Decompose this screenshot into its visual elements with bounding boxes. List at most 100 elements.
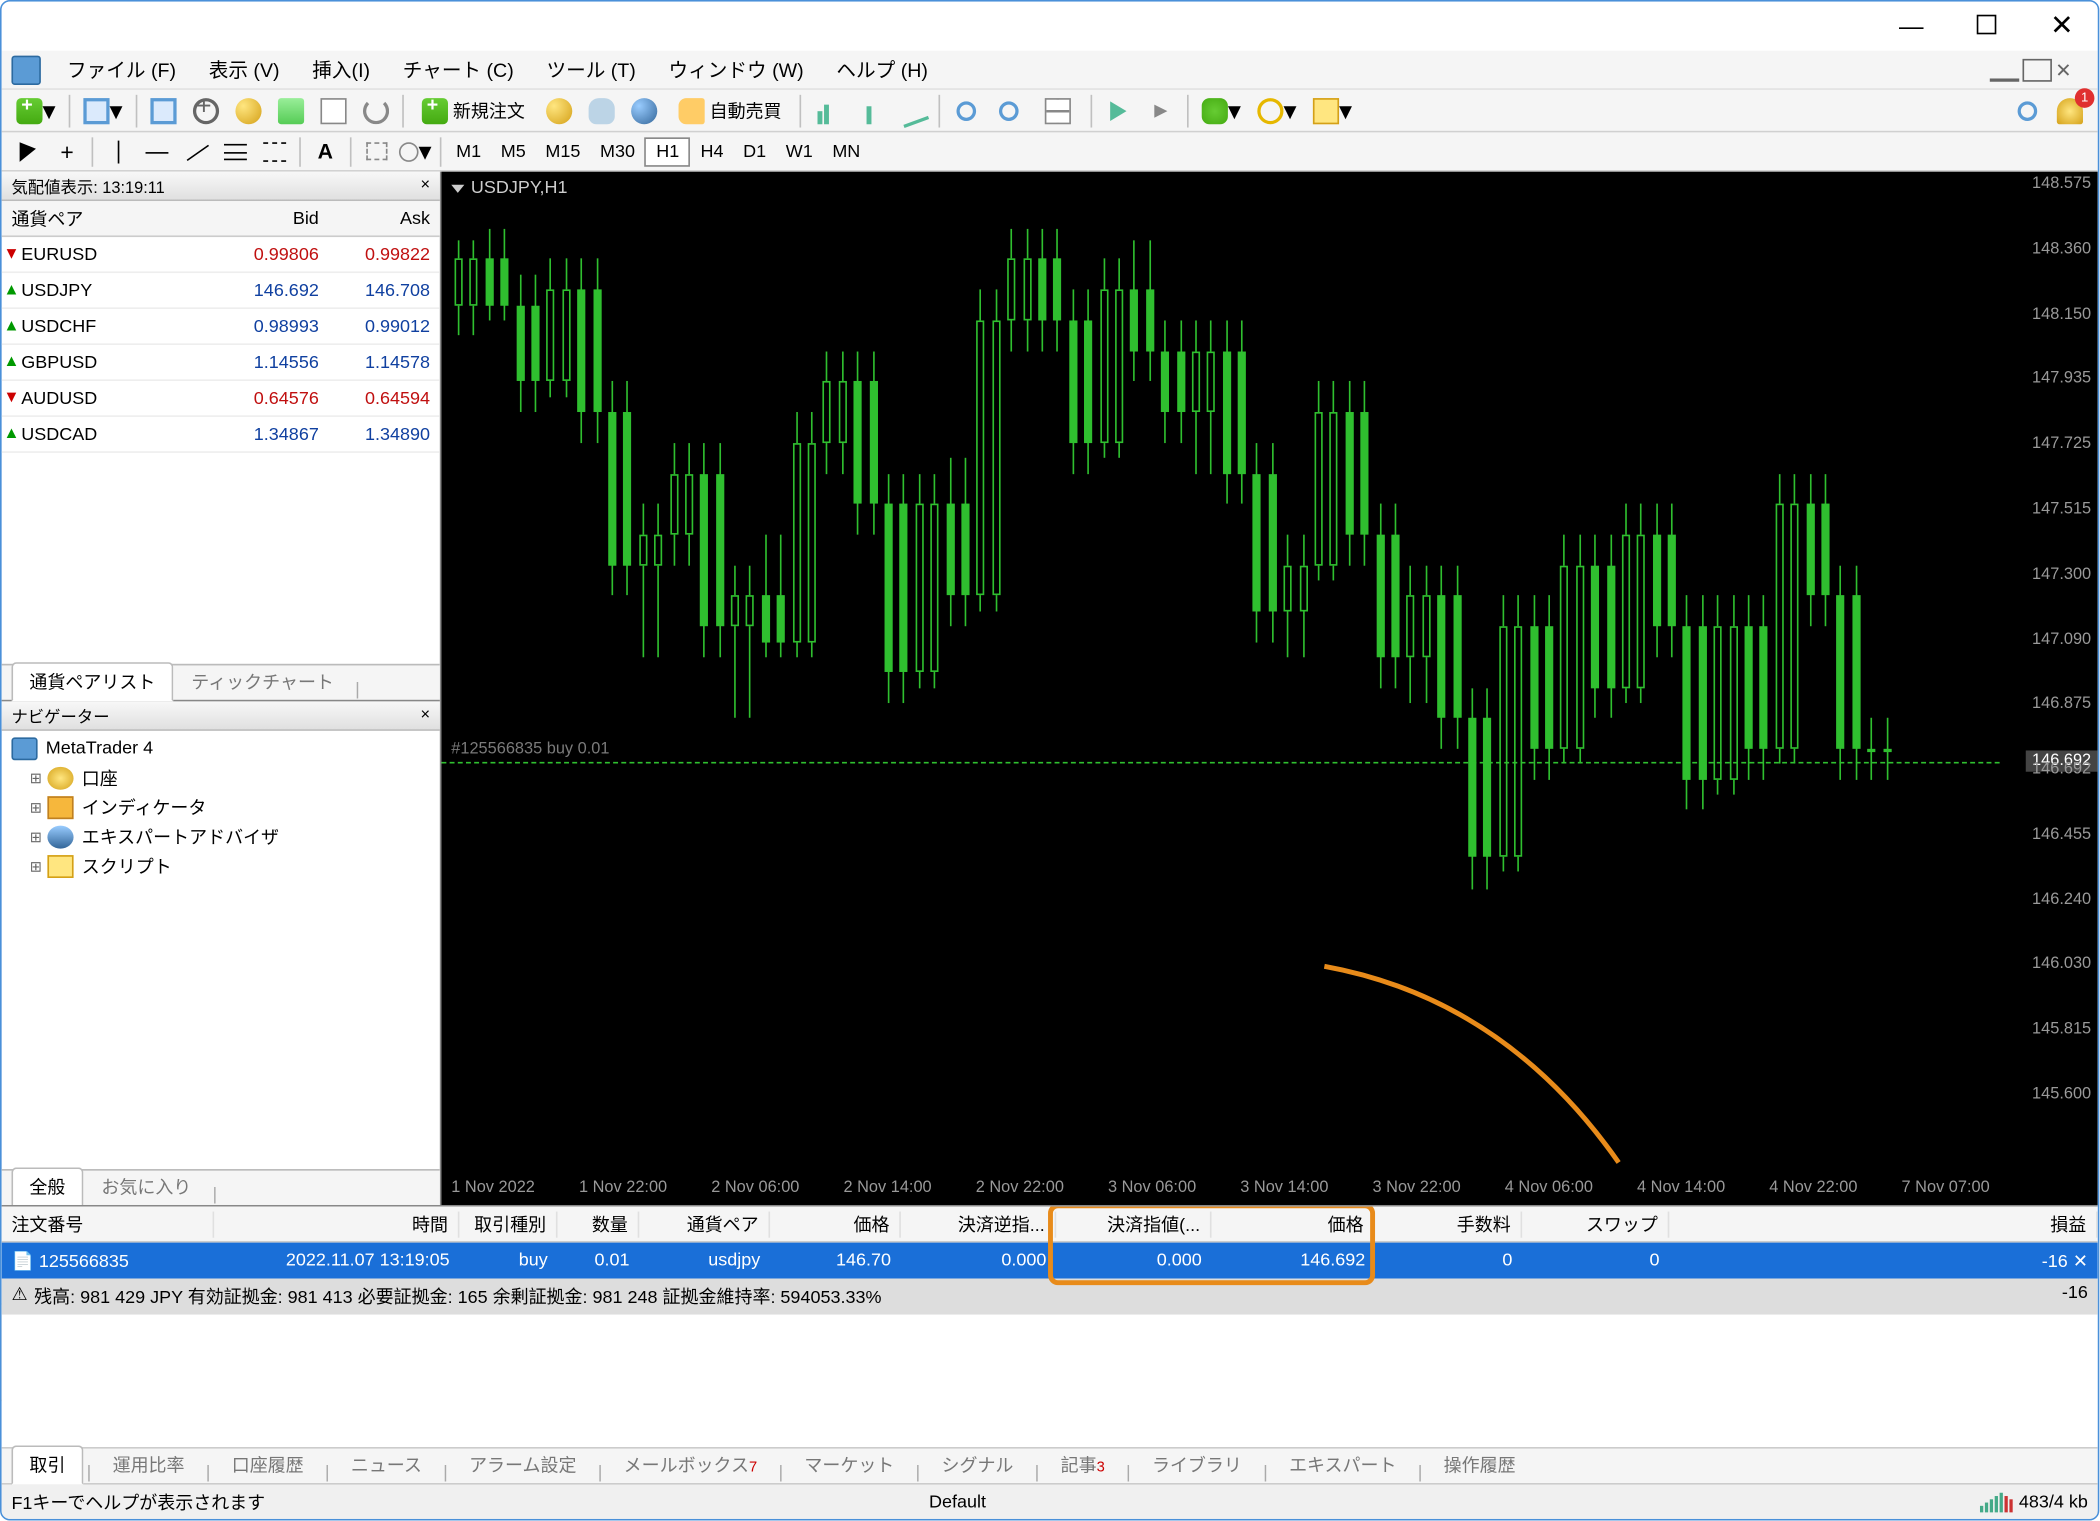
zoom-in-button[interactable] (947, 92, 986, 128)
data-window-toggle[interactable] (229, 92, 268, 128)
terminal-tab-6[interactable]: マーケット (786, 1445, 912, 1484)
templates-button[interactable]: ▾ (1306, 92, 1358, 128)
tree-ea[interactable]: ⊞エキスパートアドバイザ (2, 822, 440, 851)
options-button[interactable] (582, 92, 621, 128)
candles-chart-button[interactable] (850, 92, 889, 128)
crosshair-button[interactable] (186, 92, 225, 128)
terminal-tab-9[interactable]: ライブラリ (1134, 1445, 1260, 1484)
connection-status[interactable]: 483/4 kb (1980, 1492, 2088, 1512)
timeframe-m5[interactable]: M5 (491, 137, 536, 166)
tab-favorites[interactable]: お気に入り (83, 1167, 209, 1206)
shift-button[interactable] (1099, 92, 1138, 128)
symbol-row-usdchf[interactable]: ▲USDCHF0.989930.99012 (2, 309, 440, 345)
tree-root[interactable]: MetaTrader 4 (2, 734, 440, 763)
arrange-windows-button[interactable] (1032, 92, 1084, 128)
shapes-tool[interactable]: ▾ (396, 135, 435, 168)
timeframe-h1[interactable]: H1 (645, 137, 691, 166)
rect-tool[interactable] (356, 135, 395, 168)
trendline-tool[interactable] (177, 135, 216, 168)
menu-chart[interactable]: チャート (C) (386, 52, 530, 86)
text-tool[interactable]: A (306, 135, 345, 168)
market-watch-toggle[interactable] (144, 92, 183, 128)
terminal-tab-8[interactable]: 記事3 (1043, 1445, 1123, 1484)
symbol-row-gbpusd[interactable]: ▲GBPUSD1.145561.14578 (2, 345, 440, 381)
menu-window[interactable]: ウィンドウ (W) (652, 52, 820, 86)
timeframe-mn[interactable]: MN (823, 137, 871, 166)
metaeditor-button[interactable] (540, 92, 579, 128)
terminal-tab-11[interactable]: 操作履歴 (1426, 1445, 1534, 1484)
status-help: F1キーでヘルプが表示されます (11, 1489, 265, 1515)
zoom-out-button[interactable] (989, 92, 1028, 128)
indicators-button[interactable]: ▾ (1195, 92, 1247, 128)
hline-tool[interactable] (137, 135, 176, 168)
timeframe-d1[interactable]: D1 (733, 137, 776, 166)
search-button[interactable] (2008, 92, 2047, 128)
menu-insert[interactable]: 挿入(I) (296, 52, 386, 86)
chart[interactable]: USDJPY,H1 #125566835 buy 0.01 146.692 14… (441, 172, 2097, 1205)
tab-tick-chart[interactable]: ティックチャート (173, 662, 352, 701)
navigator-toggle[interactable] (271, 92, 310, 128)
close-pane-icon[interactable]: × (420, 706, 430, 724)
mdi-restore-icon[interactable] (2022, 58, 2051, 81)
equidistant-tool[interactable] (216, 135, 255, 168)
profiles-button[interactable]: ▾ (77, 92, 129, 128)
timeframe-w1[interactable]: W1 (776, 137, 823, 166)
mdi-close-icon[interactable]: ✕ (2055, 58, 2084, 81)
menu-help[interactable]: ヘルプ (H) (820, 52, 944, 86)
notifications-button[interactable]: 1 (2050, 92, 2089, 128)
tree-indicators[interactable]: ⊞インディケータ (2, 793, 440, 822)
terminal-tab-4[interactable]: アラーム設定 (451, 1445, 594, 1484)
menu-file[interactable]: ファイル (F) (51, 52, 193, 86)
fibo-tool[interactable] (255, 135, 294, 168)
statusbar: F1キーでヘルプが表示されます Default 483/4 kb (2, 1483, 2098, 1519)
strategy-tester-toggle[interactable] (356, 92, 395, 128)
tab-general[interactable]: 全般 (11, 1167, 83, 1206)
auto-scroll-button[interactable] (1141, 92, 1180, 128)
symbol-row-eurusd[interactable]: ▼EURUSD0.998060.99822 (2, 237, 440, 273)
timeframe-h4[interactable]: H4 (691, 137, 734, 166)
cursor-tool[interactable] (8, 135, 47, 168)
terminal-tab-10[interactable]: エキスパート (1271, 1445, 1414, 1484)
maximize-button[interactable] (1960, 12, 2012, 40)
tree-accounts[interactable]: ⊞口座 (2, 764, 440, 793)
minimize-button[interactable]: — (1885, 12, 1937, 40)
market-watch: 通貨ペアBidAsk ▼EURUSD0.998060.99822▲USDJPY1… (2, 201, 440, 700)
order-row[interactable]: 📄 125566835 2022.11.07 13:19:05 buy 0.01… (2, 1243, 2098, 1279)
line-chart-button[interactable] (893, 92, 932, 128)
annotation-arrow (1308, 950, 1635, 1179)
timeframe-m30[interactable]: M30 (590, 137, 645, 166)
tree-scripts[interactable]: ⊞スクリプト (2, 852, 440, 881)
mdi-minimize-icon[interactable] (1990, 58, 2019, 81)
x-axis: 1 Nov 20221 Nov 22:002 Nov 06:002 Nov 14… (441, 1179, 1999, 1202)
tab-symbol-list[interactable]: 通貨ペアリスト (11, 662, 173, 701)
close-pane-icon[interactable]: × (420, 177, 430, 195)
symbol-row-usdjpy[interactable]: ▲USDJPY146.692146.708 (2, 273, 440, 309)
terminal-tab-1[interactable]: 運用比率 (95, 1445, 203, 1484)
vline-tool[interactable] (98, 135, 137, 168)
terminal-tab-0[interactable]: 取引 (11, 1445, 83, 1484)
symbol-row-usdcad[interactable]: ▲USDCAD1.348671.34890 (2, 417, 440, 453)
terminal-tab-2[interactable]: 口座履歴 (214, 1445, 322, 1484)
symbol-row-audusd[interactable]: ▼AUDUSD0.645760.64594 (2, 381, 440, 417)
terminal-toggle[interactable] (314, 92, 353, 128)
refresh-button[interactable] (625, 92, 664, 128)
close-button[interactable]: ✕ (2036, 10, 2088, 43)
menubar: ファイル (F) 表示 (V) 挿入(I) チャート (C) ツール (T) ウ… (2, 51, 2098, 90)
market-watch-header: 通貨ペアBidAsk (2, 201, 440, 237)
periodicity-button[interactable]: ▾ (1251, 92, 1303, 128)
autotrade-button[interactable]: 自動売買 (667, 92, 793, 128)
bars-chart-button[interactable] (808, 92, 847, 128)
terminal-tab-3[interactable]: ニュース (333, 1445, 440, 1484)
new-chart-button[interactable]: ▾ (10, 92, 62, 128)
menu-view[interactable]: 表示 (V) (192, 52, 296, 86)
main-toolbar: ▾ ▾ 新規注文 自動売買 ▾ ▾ ▾ 1 (2, 90, 2098, 133)
close-order-icon[interactable]: ✕ (2073, 1252, 2088, 1272)
terminal-tab-5[interactable]: メールボックス7 (606, 1445, 776, 1484)
new-order-button[interactable]: 新規注文 (410, 92, 536, 128)
menu-tool[interactable]: ツール (T) (530, 52, 652, 86)
crosshair-tool[interactable]: + (47, 135, 86, 168)
timeframe-m1[interactable]: M1 (446, 137, 491, 166)
timeframe-m15[interactable]: M15 (536, 137, 591, 166)
terminal-tab-7[interactable]: シグナル (923, 1445, 1031, 1484)
status-profile: Default (929, 1492, 986, 1512)
